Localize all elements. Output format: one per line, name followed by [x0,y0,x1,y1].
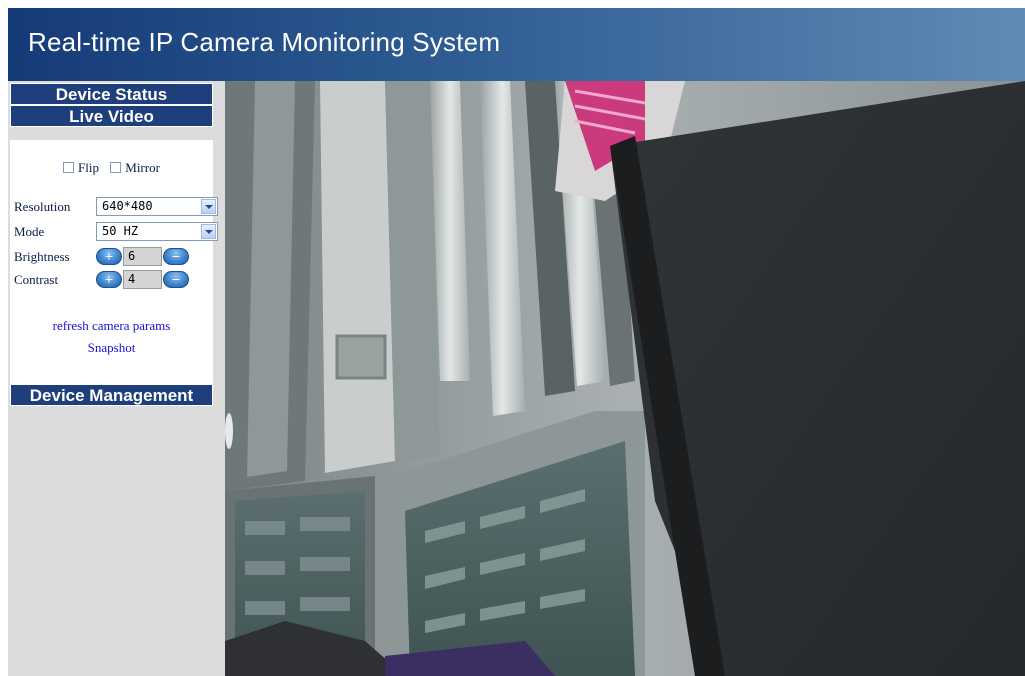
contrast-row: Contrast + 4 − [14,269,214,291]
flip-mirror-row: Flip Mirror [10,160,213,176]
brightness-row: Brightness + 6 − [14,246,214,268]
live-video-link[interactable]: Live Video [10,105,213,127]
live-video-panel: Flip Mirror Resolution 640*480 Mode 50 H… [10,140,218,384]
sidebar: Device Status Live Video Flip Mirror Res… [8,81,225,676]
flip-label: Flip [78,160,100,175]
mode-value: 50 HZ [102,224,139,238]
minus-icon: − [171,273,181,286]
live-video-feed[interactable] [225,81,1025,676]
plus-icon: + [104,250,114,263]
plus-icon: + [104,273,114,286]
mode-row: Mode 50 HZ [14,221,218,243]
resolution-label: Resolution [14,199,71,214]
mode-label: Mode [14,224,45,239]
resolution-select[interactable]: 640*480 [96,197,218,216]
resolution-row: Resolution 640*480 [14,196,218,218]
minus-icon: − [171,250,181,263]
chevron-down-icon[interactable] [201,224,216,239]
refresh-camera-params-link[interactable]: refresh camera params [10,318,213,334]
mirror-checkbox[interactable] [110,162,122,173]
mode-select[interactable]: 50 HZ [96,222,218,241]
header-banner: Real-time IP Camera Monitoring System [8,8,1025,81]
app-frame: Real-time IP Camera Monitoring System De… [8,8,1025,676]
contrast-label: Contrast [14,272,59,287]
flip-checkbox[interactable] [63,162,75,173]
snapshot-link[interactable]: Snapshot [10,340,213,356]
page-title: Real-time IP Camera Monitoring System [28,27,501,57]
brightness-increase-button[interactable]: + [96,248,122,265]
contrast-value-box: 4 [123,270,162,289]
brightness-value: 6 [128,249,136,263]
contrast-value: 4 [128,272,136,286]
device-status-link[interactable]: Device Status [10,83,213,105]
chevron-down-icon[interactable] [201,199,216,214]
camera-frame-image [225,81,1025,676]
brightness-value-box: 6 [123,247,162,266]
contrast-increase-button[interactable]: + [96,271,122,288]
resolution-value: 640*480 [102,199,153,213]
mirror-label: Mirror [125,160,160,175]
device-management-link[interactable]: Device Management [10,384,213,406]
brightness-label: Brightness [14,249,70,264]
brightness-decrease-button[interactable]: − [163,248,189,265]
contrast-decrease-button[interactable]: − [163,271,189,288]
